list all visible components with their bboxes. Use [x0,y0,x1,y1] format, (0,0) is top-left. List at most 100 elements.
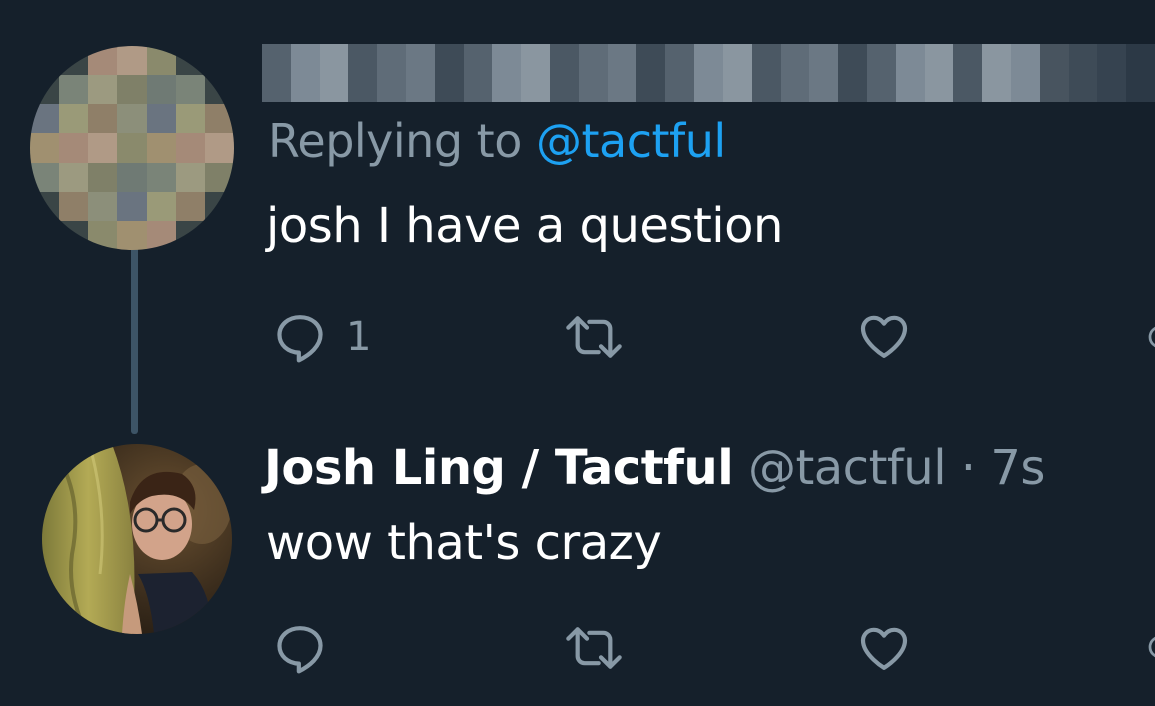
redaction-pixel [1126,73,1155,102]
redaction-pixel [751,73,781,102]
redaction-pixel [88,133,118,163]
replying-to-prefix: Replying to [268,114,536,168]
redaction-pixel [59,75,89,105]
redaction-pixel [117,162,147,192]
redaction-pixel [895,73,925,102]
retweet-icon [566,627,622,669]
redaction-pixel [204,75,234,105]
redaction-pixel [809,44,839,73]
replying-to-handle-link[interactable]: @tactful [536,114,726,168]
redaction-pixel [30,133,60,163]
redaction-pixel [521,44,551,73]
tweet-text: josh I have a question [266,198,783,254]
retweet-button[interactable] [563,309,625,365]
redaction-pixel [117,133,147,163]
redaction-pixel [30,46,60,76]
redaction-pixel [319,44,349,73]
redaction-pixel [1126,44,1155,73]
retweet-icon [566,316,622,358]
redaction-pixel [175,162,205,192]
redaction-pixel [866,73,896,102]
redaction-pixel [780,73,810,102]
redaction-pixel [665,73,695,102]
redaction-pixel [88,46,118,76]
redaction-pixel [982,44,1011,73]
redaction-pixel [636,44,666,73]
redaction-pixel [924,73,954,102]
redaction-pixel [780,44,810,73]
share-icon[interactable] [1145,322,1155,352]
redaction-pixel [30,104,60,134]
redaction-pixel [1039,73,1069,102]
redaction-pixel [117,75,147,105]
tweet-thread: Replying to @tactful josh I have a quest… [0,0,1155,706]
redaction-pixel [1068,73,1098,102]
reply-button[interactable]: 1 [272,309,371,365]
redaction-pixel [809,73,839,102]
like-button[interactable] [855,308,913,364]
redaction-pixel [722,73,752,102]
redaction-pixel [1039,44,1069,73]
redaction-pixel [146,75,176,105]
redaction-pixel [204,133,234,163]
redaction-pixel [607,73,637,102]
redaction-pixel [838,44,867,73]
redaction-pixel [146,104,176,134]
redaction-pixel [88,220,118,250]
redaction-pixel [319,73,349,102]
redaction-pixel [550,44,579,73]
redaction-pixel [866,44,896,73]
redaction-pixel [175,220,205,250]
redaction-pixel [982,73,1011,102]
redaction-pixel [146,220,176,250]
redaction-pixel [117,220,147,250]
reply-icon [277,315,323,363]
redaction-pixel [492,73,522,102]
redaction-pixel [175,104,205,134]
redaction-pixel [146,191,176,221]
author-display-name[interactable]: Josh Ling / Tactful [264,440,734,496]
reply-count: 1 [346,314,372,360]
like-button[interactable] [855,620,913,676]
redaction-pixel [895,44,925,73]
redaction-pixel [636,73,666,102]
redaction-pixel [30,191,60,221]
redaction-pixel [406,44,435,73]
redacted-user-name [262,44,1155,102]
redaction-pixel [665,44,695,73]
tweet-text: wow that's crazy [266,515,662,571]
redaction-pixel [88,75,118,105]
redaction-pixel [406,73,435,102]
reply-icon [277,626,323,674]
avatar-redacted[interactable] [30,46,234,250]
retweet-button[interactable] [563,620,625,676]
redaction-pixel [751,44,781,73]
redaction-pixel [59,220,89,250]
redaction-pixel [59,104,89,134]
redaction-pixel [88,162,118,192]
redaction-pixel [117,191,147,221]
avatar-josh-ling[interactable] [42,444,232,634]
replying-to-line: Replying to @tactful [268,114,726,168]
share-icon[interactable] [1145,632,1155,662]
redaction-pixel [88,191,118,221]
redaction-pixel [204,104,234,134]
redaction-pixel [953,44,983,73]
heart-icon [860,315,908,358]
redaction-pixel [953,73,983,102]
redaction-pixel [722,44,752,73]
redaction-pixel [550,73,579,102]
tweet-timestamp[interactable]: 7s [990,440,1045,496]
redaction-pixel [492,44,522,73]
reply-button[interactable] [272,620,328,676]
redaction-pixel [117,46,147,76]
redaction-pixel [117,104,147,134]
redaction-pixel [204,191,234,221]
redaction-pixel [838,73,867,102]
redaction-pixel [30,162,60,192]
redaction-pixel [204,162,234,192]
redaction-pixel [607,44,637,73]
author-handle[interactable]: @tactful [748,440,947,496]
redaction-pixel [434,73,464,102]
redaction-pixel [290,73,320,102]
